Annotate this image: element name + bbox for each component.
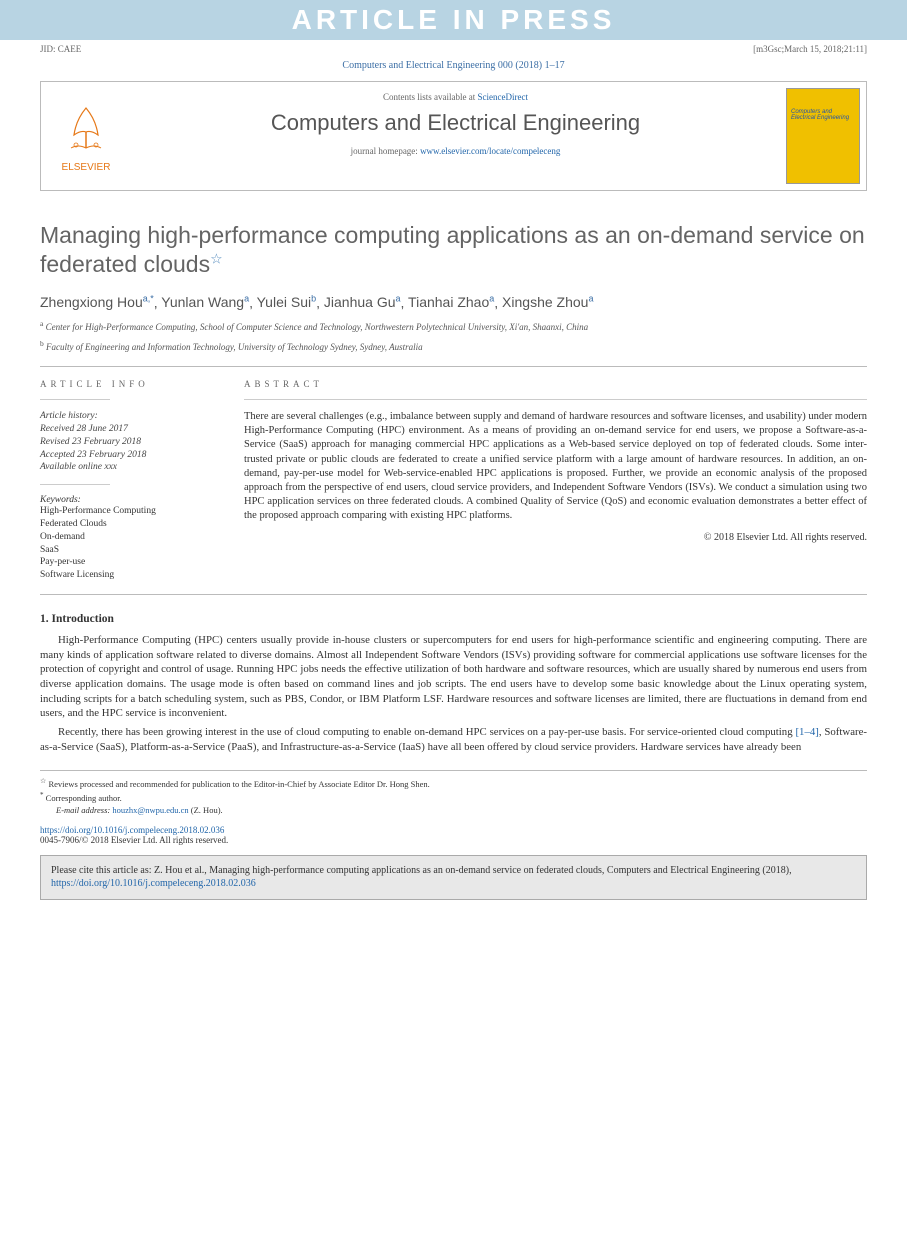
keyword: High-Performance Computing [40, 505, 220, 518]
abstract-heading: ABSTRACT [244, 379, 867, 389]
footnote-review: ☆ Reviews processed and recommended for … [40, 777, 867, 791]
article-info-column: ARTICLE INFO Article history: Received 2… [40, 379, 220, 582]
journal-header-box: ELSEVIER Contents lists available at Sci… [40, 81, 867, 191]
email-suffix: (Z. Hou). [189, 805, 223, 815]
history-revised: Revised 23 February 2018 [40, 436, 220, 449]
footnote-review-text: Reviews processed and recommended for pu… [48, 779, 429, 789]
affil-b-text: Faculty of Engineering and Information T… [46, 342, 423, 352]
email-link[interactable]: houzhx@nwpu.edu.cn [112, 805, 188, 815]
keyword: Software Licensing [40, 569, 220, 582]
elsevier-tree-icon [56, 100, 116, 160]
history-accepted: Accepted 23 February 2018 [40, 449, 220, 462]
asterisk-icon: * [40, 791, 44, 799]
keyword: Federated Clouds [40, 518, 220, 531]
homepage-line: journal homepage: www.elsevier.com/locat… [137, 146, 774, 156]
para2-pre: Recently, there has been growing interes… [58, 726, 795, 738]
body-section: 1. Introduction High-Performance Computi… [40, 613, 867, 754]
keyword: Pay-per-use [40, 556, 220, 569]
keyword: SaaS [40, 544, 220, 557]
abstract-text: There are several challenges (e.g., imba… [244, 410, 867, 523]
affiliation-a: a Center for High-Performance Computing,… [40, 319, 867, 334]
footnotes: ☆ Reviews processed and recommended for … [40, 770, 867, 816]
homepage-prefix: journal homepage: [351, 146, 420, 156]
author: Yulei Suib [257, 294, 317, 310]
doi-link[interactable]: https://doi.org/10.1016/j.compeleceng.20… [40, 825, 224, 835]
author: Yunlan Wanga [161, 294, 249, 310]
citation-text: Please cite this article as: Z. Hou et a… [51, 865, 792, 876]
history-label: Article history: [40, 410, 220, 423]
article-title: Managing high-performance computing appl… [40, 221, 867, 279]
issn-copyright: 0045-7906/© 2018 Elsevier Ltd. All right… [40, 835, 867, 845]
section-1-heading: 1. Introduction [40, 613, 867, 625]
footnote-email: E-mail address: houzhx@nwpu.edu.cn (Z. H… [40, 805, 867, 817]
header-center: Contents lists available at ScienceDirec… [131, 82, 780, 190]
build-stamp: [m3Gsc;March 15, 2018;21:11] [753, 44, 867, 54]
keywords-label: Keywords: [40, 495, 220, 505]
footnote-corresponding: * Corresponding author. [40, 791, 867, 805]
authors-line: Zhengxiong Houa,*, Yunlan Wanga, Yulei S… [40, 293, 867, 313]
article-info-heading: ARTICLE INFO [40, 379, 220, 389]
journal-title: Computers and Electrical Engineering [137, 110, 774, 136]
watermark-banner: ARTICLE IN PRESS [0, 0, 907, 40]
author: Xingshe Zhoua [502, 294, 593, 310]
author: Zhengxiong Houa,* [40, 294, 154, 310]
ref-link-1-4[interactable]: [1–4] [795, 726, 818, 738]
divider [40, 594, 867, 595]
affiliation-b: b Faculty of Engineering and Information… [40, 339, 867, 354]
contents-line: Contents lists available at ScienceDirec… [137, 92, 774, 102]
body-paragraph-1: High-Performance Computing (HPC) centers… [40, 633, 867, 721]
doi-block: https://doi.org/10.1016/j.compeleceng.20… [40, 825, 867, 845]
title-star-icon: ☆ [210, 250, 223, 266]
info-divider [40, 484, 110, 485]
cover-thumb-title: Computers and Electrical Engineering [791, 109, 855, 121]
affil-a-text: Center for High-Performance Computing, S… [46, 322, 589, 332]
title-text: Managing high-performance computing appl… [40, 222, 865, 277]
email-label: E-mail address: [56, 805, 110, 815]
divider [40, 366, 867, 367]
elsevier-logo: ELSEVIER [41, 82, 131, 190]
top-meta-row: JID: CAEE [m3Gsc;March 15, 2018;21:11] [0, 40, 907, 58]
sciencedirect-link[interactable]: ScienceDirect [478, 92, 528, 102]
author: Tianhai Zhaoa [408, 294, 494, 310]
elsevier-text: ELSEVIER [62, 162, 111, 173]
journal-reference: Computers and Electrical Engineering 000… [0, 58, 907, 73]
journal-cover-thumb: Computers and Electrical Engineering [780, 82, 866, 190]
history-received: Received 28 June 2017 [40, 423, 220, 436]
star-icon: ☆ [40, 777, 46, 787]
contents-prefix: Contents lists available at [383, 92, 477, 102]
history-online: Available online xxx [40, 461, 220, 474]
corresponding-text: Corresponding author. [46, 793, 122, 803]
homepage-link[interactable]: www.elsevier.com/locate/compeleceng [420, 146, 560, 156]
citation-box: Please cite this article as: Z. Hou et a… [40, 855, 867, 900]
keyword: On-demand [40, 531, 220, 544]
author: Jianhua Gua [324, 294, 401, 310]
body-paragraph-2: Recently, there has been growing interes… [40, 725, 867, 754]
info-divider [40, 399, 110, 400]
abstract-divider [244, 399, 867, 400]
keywords-list: High-Performance Computing Federated Clo… [40, 505, 220, 582]
abstract-column: ABSTRACT There are several challenges (e… [244, 379, 867, 582]
jid-label: JID: CAEE [40, 44, 81, 54]
copyright-line: © 2018 Elsevier Ltd. All rights reserved… [244, 532, 867, 543]
citation-doi-link[interactable]: https://doi.org/10.1016/j.compeleceng.20… [51, 878, 256, 889]
